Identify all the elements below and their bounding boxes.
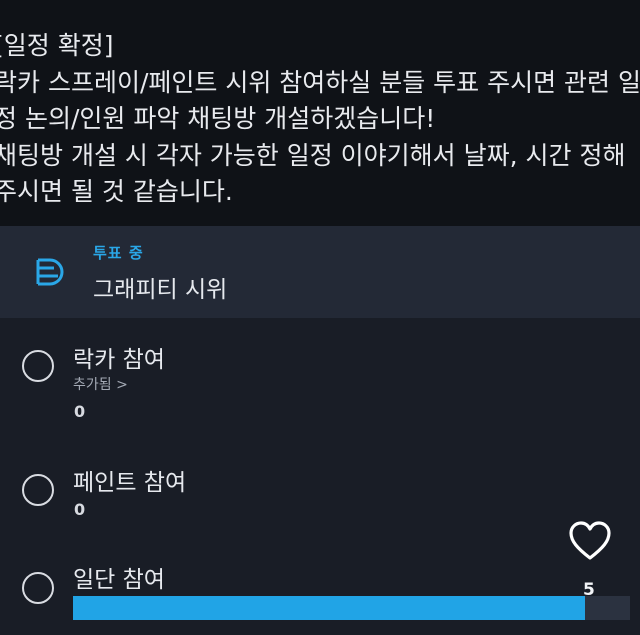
- radio-button[interactable]: [22, 572, 54, 604]
- option-vote-count: 0: [74, 402, 86, 421]
- notice-line: 채팅방 개설 시 각자 가능한 일정 이야기해서 날짜, 시간 정해: [0, 140, 626, 170]
- poll-header[interactable]: 투표 중 그래피티 시위: [0, 226, 640, 318]
- poll-title: 그래피티 시위: [93, 277, 228, 303]
- notice-text: [일정 확정] 락카 스프레이/페인트 시위 참여하실 분들 투표 주시면 관련…: [0, 28, 640, 211]
- poll-option-paint[interactable]: 페인트 참여 0: [0, 460, 640, 530]
- heart-icon[interactable]: [567, 520, 613, 562]
- radio-button[interactable]: [22, 350, 54, 382]
- option-label: 락카 참여: [73, 347, 165, 373]
- poll-status: 투표 중: [93, 244, 144, 262]
- option-label: 페인트 참여: [73, 470, 187, 496]
- option-added-link[interactable]: 추가됨 >: [73, 374, 128, 394]
- vote-progress-fill: [73, 596, 586, 620]
- notice-line: [일정 확정]: [0, 31, 114, 60]
- radio-button[interactable]: [22, 474, 54, 506]
- poll-icon: [36, 258, 64, 286]
- poll-option-lacquer[interactable]: 락카 참여 추가됨 > 0: [0, 336, 640, 436]
- like-count: 5: [583, 580, 595, 600]
- option-vote-count: 0: [74, 500, 86, 519]
- notice-line: 정 논의/인원 파악 채팅방 개설하겠습니다!: [0, 104, 436, 133]
- notice-line: 락카 스프레이/페인트 시위 참여하실 분들 투표 주시면 관련 일: [0, 67, 640, 97]
- notice-line: 주시면 될 것 같습니다.: [0, 177, 233, 206]
- option-label: 일단 참여: [73, 567, 165, 593]
- vote-progress-bar: [73, 596, 630, 620]
- poll-card: 투표 중 그래피티 시위 락카 참여 추가됨 > 0 페인트 참여 0 일단 참…: [0, 226, 640, 635]
